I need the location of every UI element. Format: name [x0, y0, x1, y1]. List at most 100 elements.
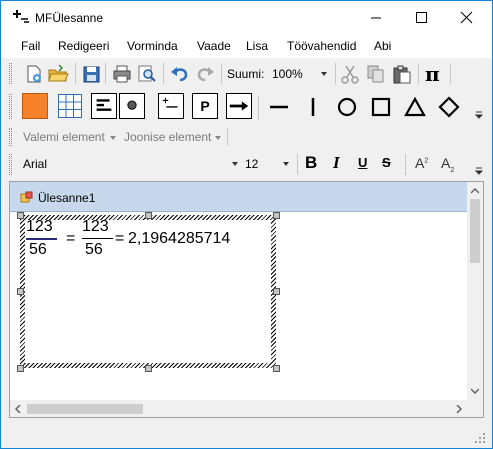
- menu-fail[interactable]: Fail: [21, 39, 40, 53]
- paste-icon[interactable]: [391, 63, 413, 85]
- text-lines-icon[interactable]: [91, 93, 117, 119]
- horizontal-line-icon[interactable]: [268, 96, 290, 118]
- toolbar-separator: [297, 154, 298, 175]
- document-title-bar[interactable]: Ülesanne1: [10, 182, 468, 212]
- zoom-select[interactable]: 100%: [269, 63, 332, 84]
- resize-handle[interactable]: [145, 365, 152, 372]
- new-file-icon[interactable]: [23, 63, 45, 85]
- menu-abi[interactable]: Abi: [374, 39, 391, 53]
- table-icon[interactable]: [57, 93, 83, 119]
- toolbar-grip[interactable]: [9, 63, 12, 84]
- menu-vorminda[interactable]: Vorminda: [127, 39, 178, 53]
- bold-button[interactable]: B: [305, 153, 317, 173]
- undo-icon[interactable]: [169, 63, 191, 85]
- resize-handle[interactable]: [17, 288, 24, 295]
- menu-bar: Fail Redigeeri Vorminda Vaade Lisa Tööva…: [1, 34, 492, 58]
- title-bar[interactable]: MFÜlesanne: [1, 1, 492, 34]
- toolbar-separator: [163, 63, 164, 84]
- scroll-right-icon[interactable]: [456, 405, 462, 413]
- close-button[interactable]: [444, 1, 489, 34]
- open-folder-icon[interactable]: [47, 63, 69, 85]
- underline-button[interactable]: U: [358, 155, 367, 170]
- equation-object[interactable]: 123 56 = 123 56 = 2,1964285714: [17, 212, 280, 372]
- horizontal-scrollbar[interactable]: [10, 400, 468, 417]
- superscript-button[interactable]: A2: [415, 155, 428, 171]
- zoom-value: 100%: [272, 67, 303, 81]
- toolbar-grip[interactable]: [9, 154, 12, 175]
- toolbar-separator: [227, 128, 228, 146]
- minimize-button[interactable]: [354, 1, 399, 34]
- vertical-scrollbar[interactable]: [467, 182, 483, 401]
- scroll-down-icon[interactable]: [471, 388, 479, 394]
- toolbar-grip[interactable]: [9, 94, 12, 119]
- triangle-icon[interactable]: [404, 96, 426, 118]
- menu-redigeeri[interactable]: Redigeeri: [58, 39, 109, 53]
- equals-sign: =: [115, 230, 125, 247]
- italic-button[interactable]: I: [333, 153, 340, 173]
- resize-handle[interactable]: [273, 288, 280, 295]
- chevron-down-icon: [232, 162, 238, 166]
- cut-icon[interactable]: [339, 63, 361, 85]
- strikethrough-button[interactable]: S: [382, 155, 391, 170]
- fraction2-denominator: 56: [85, 241, 103, 258]
- vertical-line-icon[interactable]: [302, 96, 324, 118]
- toolbar-overflow-icon[interactable]: [474, 166, 484, 176]
- menu-vaade[interactable]: Vaade: [197, 39, 231, 53]
- horizontal-scroll-thumb[interactable]: [27, 404, 143, 414]
- resize-handle[interactable]: [273, 365, 280, 372]
- toolbar-separator: [258, 95, 259, 120]
- resize-handle[interactable]: [273, 212, 280, 219]
- fraction1-bar: [26, 238, 57, 240]
- line-element-dropdown[interactable]: Joonise element: [124, 130, 211, 144]
- redo-icon[interactable]: [194, 63, 216, 85]
- font-value: Arial: [23, 157, 48, 171]
- print-preview-icon[interactable]: [136, 63, 158, 85]
- color-fill-button[interactable]: [22, 93, 48, 119]
- document-icon: [20, 191, 33, 203]
- app-icon: [13, 10, 29, 23]
- font-size-select[interactable]: 12: [241, 153, 293, 174]
- point-icon[interactable]: [119, 93, 145, 119]
- pi-button[interactable]: π: [425, 62, 440, 86]
- chevron-down-icon: [215, 136, 221, 140]
- menu-lisa[interactable]: Lisa: [246, 39, 268, 53]
- font-size-value: 12: [245, 157, 259, 171]
- scroll-up-icon[interactable]: [471, 188, 479, 194]
- save-icon[interactable]: [80, 63, 102, 85]
- diamond-icon[interactable]: [438, 96, 460, 118]
- square-icon[interactable]: [370, 96, 392, 118]
- fraction1-denominator: 56: [29, 241, 47, 258]
- toolbar-separator: [221, 63, 222, 84]
- element-toolbar: Valemi element Joonise element: [1, 124, 492, 149]
- paragraph-button[interactable]: P: [192, 93, 218, 119]
- scroll-left-icon[interactable]: [15, 405, 21, 413]
- toolbar-separator: [75, 63, 76, 84]
- resize-handle[interactable]: [17, 365, 24, 372]
- formula-element-dropdown[interactable]: Valemi element: [23, 130, 105, 144]
- document-area: Ülesanne1 123 56 = 123 56 = 2,1964285714: [9, 181, 484, 418]
- plus-minus-icon[interactable]: [158, 93, 184, 119]
- vertical-scroll-thumb[interactable]: [470, 199, 480, 263]
- fraction1-numerator: 123: [26, 218, 53, 235]
- toolbar-grip[interactable]: [9, 128, 12, 146]
- arrow-right-icon[interactable]: [226, 93, 252, 119]
- status-bar: [1, 426, 492, 448]
- resize-grip-icon[interactable]: [474, 432, 486, 444]
- toolbar-overflow-icon[interactable]: [474, 110, 484, 120]
- copy-icon[interactable]: [365, 63, 387, 85]
- toolbar-separator: [450, 63, 451, 84]
- resize-handle[interactable]: [145, 212, 152, 219]
- print-icon[interactable]: [111, 63, 133, 85]
- zoom-label: Suumi:: [227, 67, 265, 81]
- menu-toovahendid[interactable]: Töövahendid: [287, 39, 356, 53]
- fraction2-bar: [82, 238, 113, 239]
- close-icon: [460, 11, 473, 24]
- resize-handle[interactable]: [17, 212, 24, 219]
- window-title: MFÜlesanne: [35, 11, 104, 25]
- circle-icon[interactable]: [336, 96, 358, 118]
- subscript-button[interactable]: A2: [441, 155, 454, 174]
- standard-toolbar: Suumi: 100% π: [1, 58, 492, 88]
- equals-sign: =: [66, 230, 76, 247]
- font-select[interactable]: Arial: [19, 153, 241, 174]
- maximize-button[interactable]: [399, 1, 444, 34]
